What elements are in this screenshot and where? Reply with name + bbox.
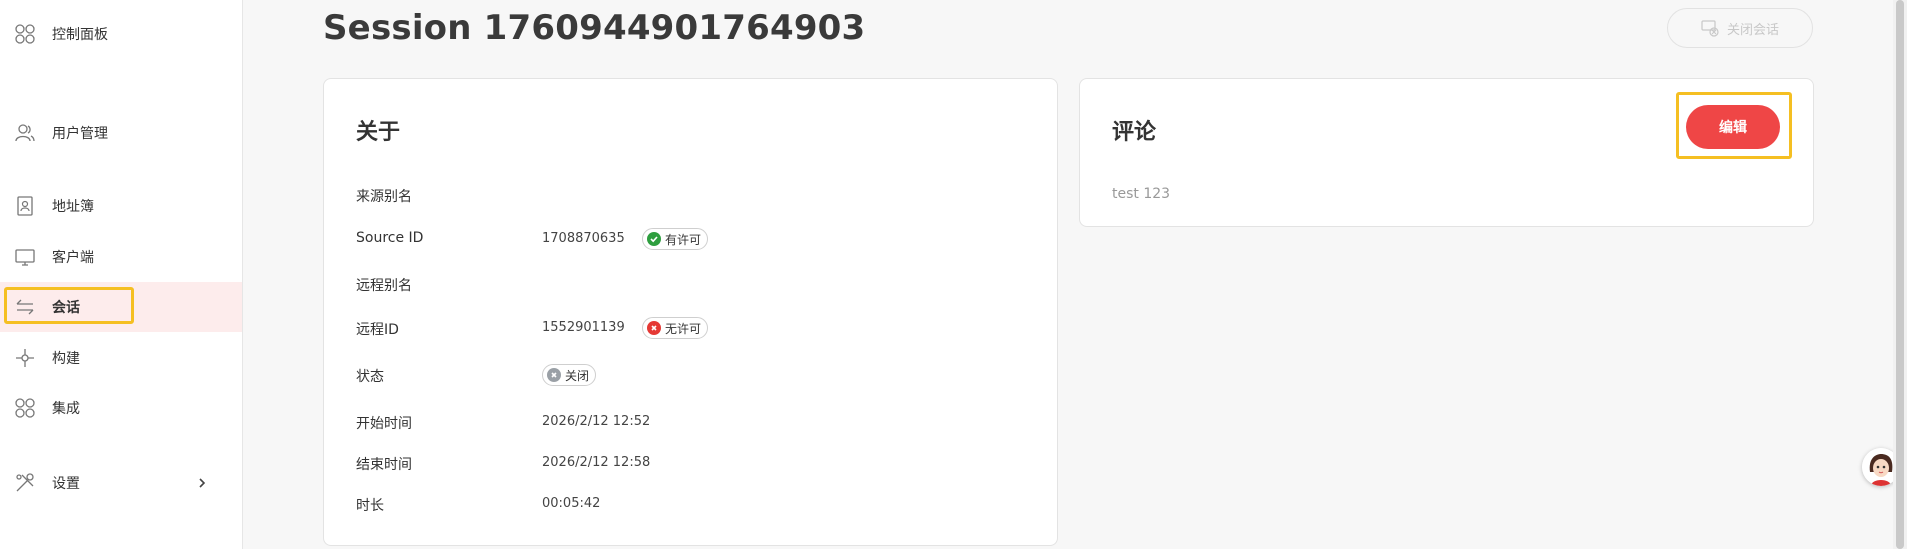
sidebar: 控制面板 用户管理 地址簿 客户端 会话 构建 集成 设置 [0, 0, 243, 549]
sidebar-item-label: 控制面板 [52, 27, 108, 43]
sidebar-item-clients[interactable]: 客户端 [0, 232, 242, 282]
close-session-button[interactable]: 关闭会话 [1667, 8, 1813, 48]
build-icon [16, 349, 34, 367]
sidebar-item-label: 集成 [52, 401, 80, 417]
sidebar-item-label: 设置 [52, 476, 80, 492]
comment-text: test 123 [1112, 186, 1171, 202]
x-circle-icon [647, 321, 661, 335]
sidebar-item-users[interactable]: 用户管理 [0, 108, 242, 158]
monitor-icon [15, 249, 35, 266]
scrollbar-thumb[interactable] [1896, 0, 1904, 549]
highlight-box-edit [1676, 92, 1792, 159]
start-time-value: 2026/2/12 12:52 [542, 414, 651, 429]
licensed-badge-label: 有许可 [665, 232, 702, 247]
sidebar-item-dashboard[interactable]: 控制面板 [0, 9, 242, 59]
users-icon [15, 124, 35, 142]
sidebar-item-build[interactable]: 构建 [0, 333, 242, 383]
end-time-label: 结束时间 [356, 457, 412, 473]
sidebar-item-label: 客户端 [52, 250, 94, 266]
start-time-label: 开始时间 [356, 416, 412, 432]
integration-icon [15, 398, 35, 418]
status-badge: 关闭 [542, 364, 597, 386]
source-id-value: 1708870635 [542, 231, 625, 246]
licensed-badge: 有许可 [642, 228, 709, 250]
comments-card: 评论 编辑 test 123 [1079, 78, 1814, 227]
page-title: Session 1760944901764903 [323, 8, 866, 48]
about-title: 关于 [356, 120, 401, 145]
closed-icon [547, 368, 561, 382]
duration-value: 00:05:42 [542, 496, 601, 511]
remote-alias-label: 远程别名 [356, 278, 412, 294]
check-icon [647, 232, 661, 246]
remote-id-label: 远程ID [356, 322, 399, 338]
settings-icon [16, 473, 34, 492]
chevron-right-icon [199, 478, 206, 488]
highlight-box-sessions [4, 287, 134, 324]
sidebar-item-label: 地址簿 [52, 199, 94, 215]
sidebar-item-label: 构建 [52, 351, 80, 367]
source-id-label: Source ID [356, 230, 424, 246]
vertical-scrollbar[interactable] [1893, 0, 1907, 549]
end-time-value: 2026/2/12 12:58 [542, 455, 651, 470]
unlicensed-badge: 无许可 [642, 317, 709, 339]
duration-label: 时长 [356, 498, 384, 514]
address-book-icon [17, 196, 33, 216]
close-session-icon [1701, 20, 1719, 37]
comments-title: 评论 [1112, 120, 1157, 145]
about-card: 关于 来源别名 Source ID 1708870635 有许可 远程别名 远程… [323, 78, 1058, 546]
sidebar-item-label: 用户管理 [52, 126, 108, 142]
status-badge-label: 关闭 [565, 368, 590, 383]
dashboard-icon [15, 24, 35, 44]
sidebar-item-integration[interactable]: 集成 [0, 383, 242, 433]
source-alias-label: 来源别名 [356, 189, 412, 205]
status-label: 状态 [356, 369, 384, 385]
unlicensed-badge-label: 无许可 [665, 321, 702, 336]
sidebar-item-settings[interactable]: 设置 [0, 458, 242, 508]
close-session-label: 关闭会话 [1726, 22, 1779, 38]
sidebar-item-address-book[interactable]: 地址簿 [0, 181, 242, 231]
remote-id-value: 1552901139 [542, 320, 625, 335]
